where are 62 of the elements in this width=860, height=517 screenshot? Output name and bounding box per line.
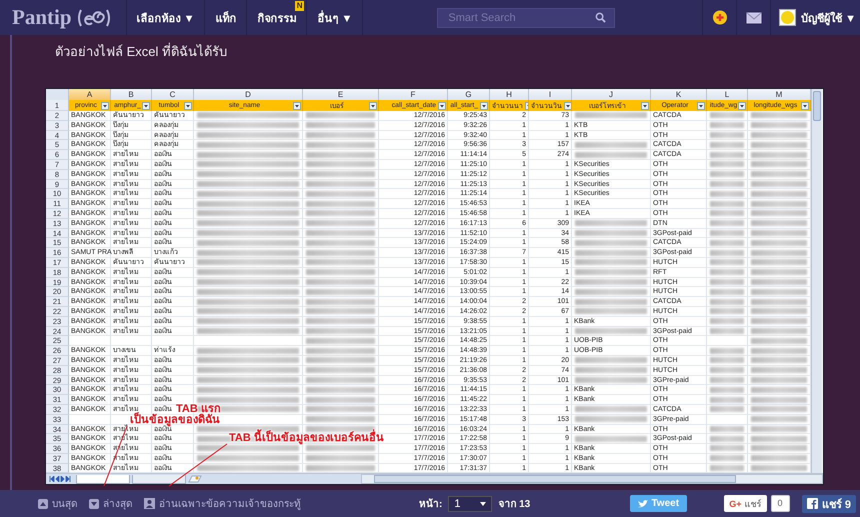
logo-text[interactable]: Pantip <box>12 5 72 30</box>
share-label: แชร์ <box>744 498 762 510</box>
page-label: หน้า: <box>419 497 442 511</box>
column-letter: E <box>303 89 379 101</box>
account-menu[interactable]: บัญชีผู้ใช้ ▼ <box>770 0 860 35</box>
filter-dropdown-icon[interactable] <box>101 102 109 110</box>
filter-dropdown-icon[interactable] <box>369 102 377 110</box>
filter-dropdown-icon[interactable] <box>438 102 446 110</box>
filter-dropdown-icon[interactable] <box>293 102 301 110</box>
column-letter: B <box>111 89 152 101</box>
menu-item[interactable]: อื่นๆ ▼ <box>307 0 364 35</box>
column-letter: M <box>748 89 811 101</box>
scroll-top-link[interactable]: บนสุด <box>38 496 77 511</box>
filter-dropdown-icon[interactable] <box>697 102 705 110</box>
menu-item[interactable]: แท็ก <box>205 0 248 35</box>
column-letter: G <box>448 89 490 101</box>
scroll-bottom-link[interactable]: ล่างสุด <box>89 496 132 511</box>
sheet-tab[interactable] <box>132 474 186 484</box>
horizontal-scrollbar[interactable] <box>361 474 823 484</box>
google-share-button[interactable]: G+ แชร์ <box>724 495 767 512</box>
post-caption: ตัวอย่างไฟล์ Excel ที่ดิฉันได้รับ <box>55 42 228 61</box>
menu-item[interactable]: เลือกห้อง ▼ <box>126 0 206 35</box>
column-letter: J <box>572 89 651 101</box>
filter-dropdown-icon[interactable] <box>184 102 192 110</box>
down-arrow-icon <box>89 498 99 508</box>
column-letter: I <box>529 89 572 101</box>
column-letter: H <box>490 89 529 101</box>
column-letter: A <box>69 89 111 101</box>
new-badge: N <box>294 1 304 11</box>
owner-only-link[interactable]: อ่านเฉพาะข้อความเจ้าของกระทู้ <box>144 496 301 511</box>
emoticon-add-icon[interactable] <box>712 10 728 25</box>
search-bar[interactable]: Smart Search <box>437 8 616 28</box>
gplus-mark: G+ <box>729 498 742 508</box>
page-select[interactable]: 1 <box>448 496 492 512</box>
column-letter: K <box>651 89 707 101</box>
page-total: จาก 13 <box>498 498 530 511</box>
share-count: 0 <box>770 495 790 512</box>
search-field[interactable]: Smart Search <box>446 10 596 24</box>
filter-dropdown-icon[interactable] <box>142 102 150 110</box>
bird-icon <box>638 500 648 508</box>
vertical-scrollbar[interactable] <box>811 89 822 474</box>
column-letter: D <box>194 89 303 101</box>
logo-mark-icon <box>76 8 112 28</box>
menu-item[interactable]: กิจกรรม N <box>247 0 308 35</box>
filter-dropdown-icon[interactable] <box>564 102 571 110</box>
search-icon[interactable] <box>595 12 606 23</box>
column-letter: F <box>379 89 448 101</box>
annotation-text: TAB แรก <box>176 404 221 414</box>
column-letter: L <box>707 89 748 101</box>
filter-dropdown-icon[interactable] <box>480 102 488 110</box>
column-letter: C <box>152 89 194 101</box>
avatar-icon <box>779 9 796 26</box>
facebook-icon <box>806 498 818 509</box>
filter-dropdown-icon[interactable] <box>801 102 809 110</box>
up-arrow-icon <box>38 498 48 508</box>
facebook-share-button[interactable]: แชร์ 9 <box>802 494 856 512</box>
filter-dropdown-icon[interactable] <box>641 102 649 110</box>
person-icon <box>144 498 155 509</box>
filter-dropdown-icon[interactable] <box>738 102 746 110</box>
sheet-navigation-icon[interactable] <box>49 476 71 482</box>
mail-icon[interactable] <box>746 12 762 24</box>
caret-icon <box>480 502 486 506</box>
